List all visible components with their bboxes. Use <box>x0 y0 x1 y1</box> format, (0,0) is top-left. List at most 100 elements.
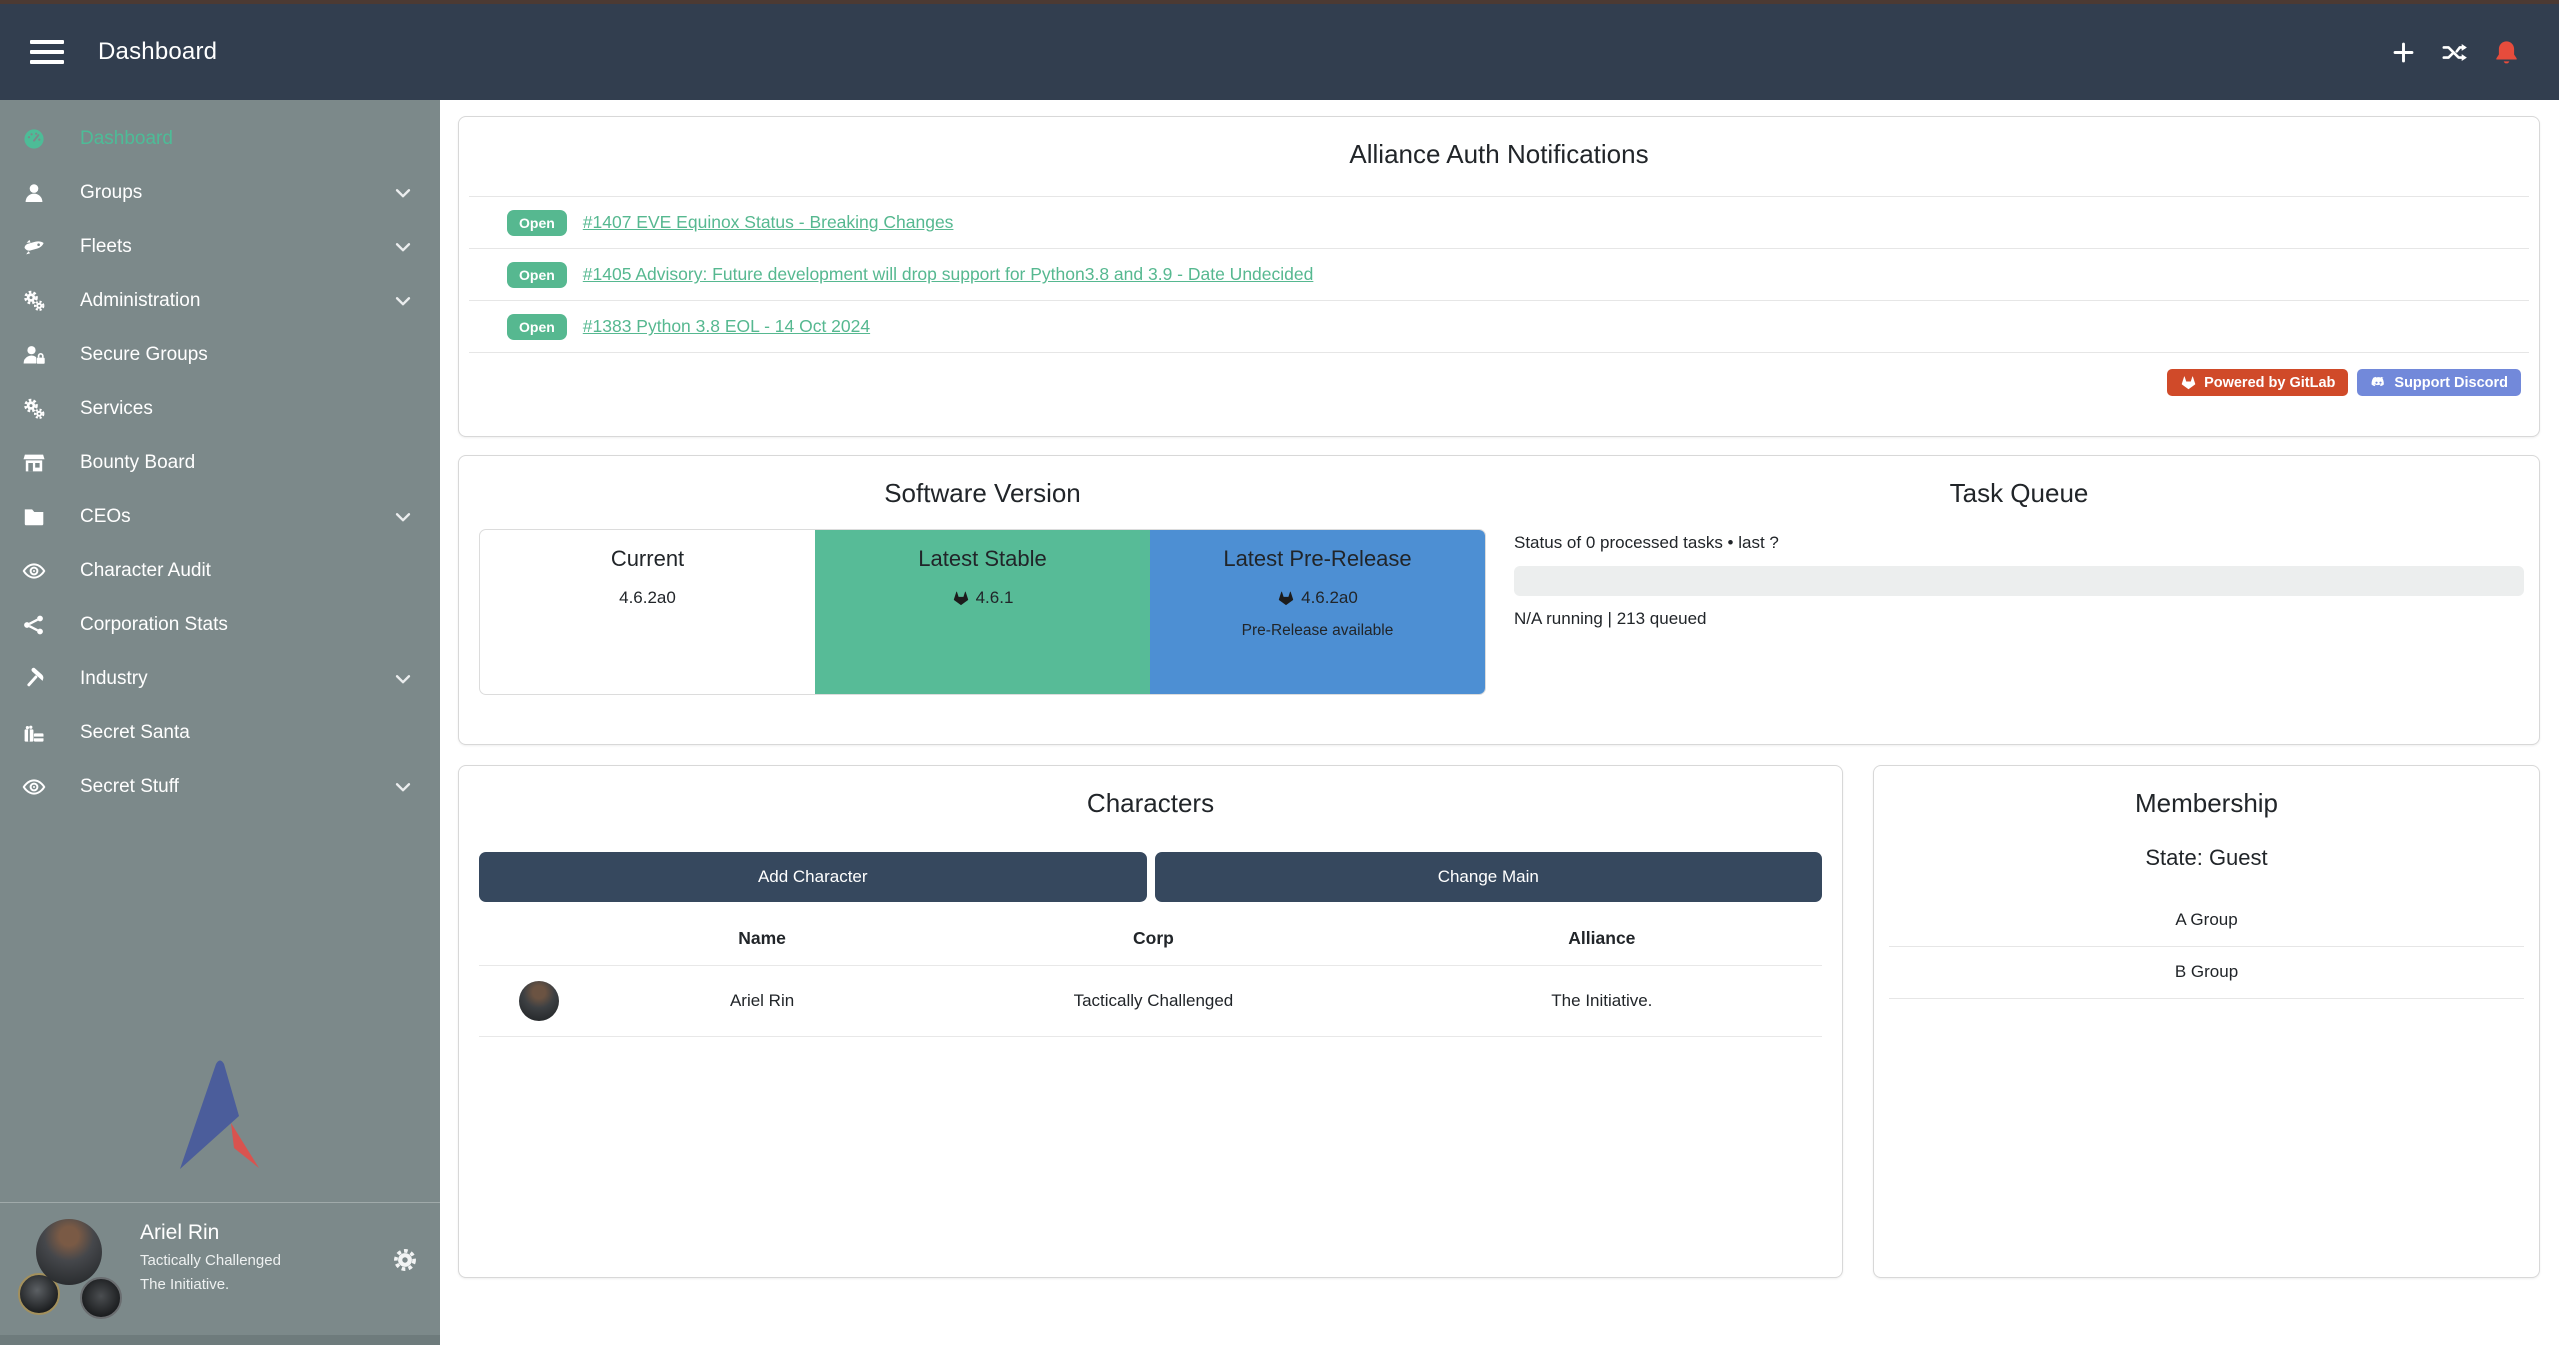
sidebar-item-bounty-board[interactable]: Bounty Board <box>0 436 440 490</box>
discord-badge[interactable]: Support Discord <box>2357 369 2521 396</box>
task-queue-status: Status of 0 processed tasks • last ? <box>1514 533 2524 553</box>
software-version-section: Software Version Current 4.6.2a0 Latest … <box>459 456 1499 744</box>
hammer-icon <box>22 667 56 691</box>
chevron-down-icon <box>392 668 414 690</box>
version-current-label: Current <box>480 546 815 572</box>
version-current: Current 4.6.2a0 <box>480 530 815 694</box>
status-badge: Open <box>507 262 567 288</box>
task-queue-section: Task Queue Status of 0 processed tasks •… <box>1499 456 2539 744</box>
folder-icon <box>22 505 56 529</box>
version-stable: Latest Stable 4.6.1 <box>815 530 1150 694</box>
change-main-button[interactable]: Change Main <box>1155 852 1823 902</box>
version-prerelease-note: Pre-Release available <box>1150 622 1485 640</box>
sidebar-item-label: Character Audit <box>80 560 211 582</box>
column-header-name: Name <box>599 928 925 949</box>
chevron-down-icon <box>392 506 414 528</box>
status-badge: Open <box>507 210 567 236</box>
sidebar-item-corporation-stats[interactable]: Corporation Stats <box>0 598 440 652</box>
bell-icon[interactable] <box>2492 38 2521 67</box>
task-queue-title: Task Queue <box>1514 478 2524 509</box>
avatar <box>18 1219 130 1321</box>
chevron-down-icon <box>392 776 414 798</box>
column-header-corp: Corp <box>925 928 1382 949</box>
alliance-auth-logo <box>0 1056 440 1202</box>
membership-state: State: Guest <box>1874 845 2539 871</box>
notification-link[interactable]: #1407 EVE Equinox Status - Breaking Chan… <box>583 212 954 233</box>
sidebar-item-groups[interactable]: Groups <box>0 166 440 220</box>
discord-badge-label: Support Discord <box>2394 375 2508 391</box>
sidebar-item-label: Secret Santa <box>80 722 190 744</box>
characters-table-header: Name Corp Alliance <box>479 928 1822 965</box>
version-prerelease-value: 4.6.2a0 <box>1301 588 1358 608</box>
gitlab-badge-label: Powered by GitLab <box>2204 375 2335 391</box>
sidebar-item-label: Bounty Board <box>80 452 195 474</box>
notification-link[interactable]: #1405 Advisory: Future development will … <box>583 264 1314 285</box>
sidebar-item-label: Industry <box>80 668 148 690</box>
eye-icon <box>22 775 56 799</box>
discord-icon <box>2370 374 2387 391</box>
version-stable-label: Latest Stable <box>815 546 1150 572</box>
sidebar-item-fleets[interactable]: Fleets <box>0 220 440 274</box>
notification-row: Open #1407 EVE Equinox Status - Breaking… <box>469 196 2529 248</box>
gitlab-icon <box>2180 374 2197 391</box>
version-stable-value: 4.6.1 <box>976 588 1014 608</box>
sidebar-item-label: Secure Groups <box>80 344 208 366</box>
membership-panel: Membership State: Guest A Group B Group <box>1873 765 2540 1278</box>
sidebar-item-label: Administration <box>80 290 200 312</box>
character-corp: Tactically Challenged <box>925 991 1382 1011</box>
user-panel: Ariel Rin Tactically Challenged The Init… <box>0 1202 440 1335</box>
sidebar-item-label: Fleets <box>80 236 132 258</box>
character-portrait <box>36 1219 102 1285</box>
membership-title: Membership <box>1874 788 2539 819</box>
navbar: Dashboard <box>0 4 2559 100</box>
page-title: Dashboard <box>98 38 217 66</box>
notification-link[interactable]: #1383 Python 3.8 EOL - 14 Oct 2024 <box>583 316 870 337</box>
main-content: Alliance Auth Notifications Open #1407 E… <box>440 100 2559 1345</box>
sidebar-item-industry[interactable]: Industry <box>0 652 440 706</box>
gitlab-icon <box>1277 589 1295 607</box>
sidebar-item-secret-santa[interactable]: Secret Santa <box>0 706 440 760</box>
character-name: Ariel Rin <box>599 991 925 1011</box>
sidebar-footer-strip <box>0 1335 440 1345</box>
chevron-down-icon <box>392 236 414 258</box>
add-character-button[interactable]: Add Character <box>479 852 1147 902</box>
sidebar-item-ceos[interactable]: CEOs <box>0 490 440 544</box>
gear-icon[interactable] <box>392 1247 418 1273</box>
user-lock-icon <box>22 343 56 367</box>
gears-icon <box>22 289 56 313</box>
plus-icon[interactable] <box>2390 39 2417 66</box>
share-icon <box>22 613 56 637</box>
character-alliance: The Initiative. <box>1382 991 1822 1011</box>
sidebar-item-services[interactable]: Services <box>0 382 440 436</box>
user-icon <box>22 181 56 205</box>
sidebar-item-secret-stuff[interactable]: Secret Stuff <box>0 760 440 814</box>
column-header-alliance: Alliance <box>1382 928 1822 949</box>
menu-icon[interactable] <box>30 40 64 64</box>
character-row-portrait <box>519 981 559 1021</box>
table-row: Ariel Rin Tactically Challenged The Init… <box>479 965 1822 1037</box>
sidebar: Dashboard Groups Fleets Admin <box>0 100 440 1345</box>
sidebar-item-label: Secret Stuff <box>80 776 179 798</box>
gifts-icon <box>22 721 56 745</box>
list-item: B Group <box>1889 947 2524 999</box>
gitlab-icon <box>952 589 970 607</box>
user-name: Ariel Rin <box>140 1221 281 1245</box>
sidebar-item-dashboard[interactable]: Dashboard <box>0 112 440 166</box>
shuffle-icon[interactable] <box>2441 39 2468 66</box>
gitlab-badge[interactable]: Powered by GitLab <box>2167 369 2348 396</box>
sidebar-item-character-audit[interactable]: Character Audit <box>0 544 440 598</box>
shop-icon <box>22 451 56 475</box>
gauge-icon <box>22 127 56 151</box>
chevron-down-icon <box>392 182 414 204</box>
alliance-logo-badge <box>80 1277 122 1319</box>
notifications-title: Alliance Auth Notifications <box>459 139 2539 170</box>
version-prerelease: Latest Pre-Release 4.6.2a0 Pre-Release a… <box>1150 530 1485 694</box>
sidebar-item-secure-groups[interactable]: Secure Groups <box>0 328 440 382</box>
sidebar-item-label: Groups <box>80 182 142 204</box>
notification-row: Open #1405 Advisory: Future development … <box>469 248 2529 300</box>
task-queue-counts: N/A running | 213 queued <box>1514 609 2524 629</box>
sidebar-item-label: Dashboard <box>80 128 173 150</box>
characters-title: Characters <box>459 788 1842 819</box>
sidebar-item-administration[interactable]: Administration <box>0 274 440 328</box>
characters-panel: Characters Add Character Change Main Nam… <box>458 765 1843 1278</box>
